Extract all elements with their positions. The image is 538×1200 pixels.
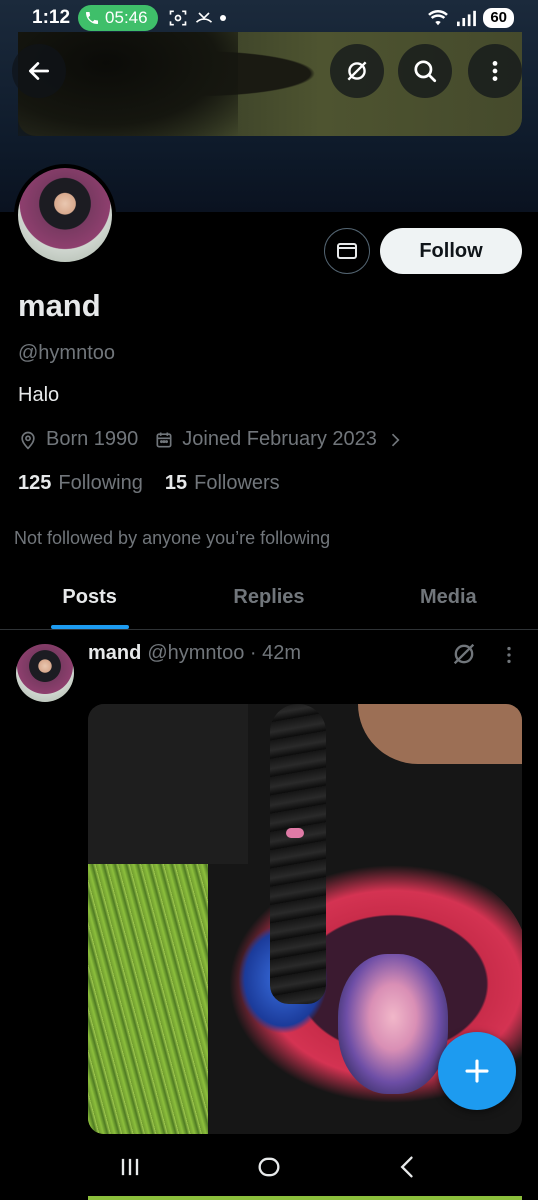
call-time: 05:46 [105, 8, 148, 27]
image-print-face [338, 954, 448, 1094]
notification-dot [219, 15, 226, 21]
compose-post-button[interactable] [438, 1032, 516, 1110]
followers-label: Followers [194, 472, 280, 494]
call-indicator[interactable]: 05:46 [78, 5, 158, 31]
tab-posts[interactable]: Posts [0, 566, 179, 629]
wifi-icon [428, 10, 449, 26]
status-time: 1:12 [32, 7, 71, 28]
profile-name: mand [18, 288, 101, 323]
following-label: Following [58, 472, 143, 494]
system-nav-bar [0, 1134, 538, 1200]
post-header: mand @hymntoo · 42m [88, 642, 301, 665]
tab-replies[interactable]: Replies [179, 566, 358, 629]
profile-tabs: Posts Replies Media [0, 566, 538, 630]
plus-icon [465, 1059, 489, 1083]
more-vertical-icon[interactable] [498, 644, 520, 666]
post-avatar[interactable] [16, 644, 74, 702]
not-followed-notice: Not followed by anyone you’re following [14, 528, 331, 548]
grok-icon[interactable] [450, 640, 478, 668]
image-hair-tie [286, 828, 304, 838]
followers-link[interactable]: 15 Followers [165, 472, 280, 495]
location-pin-icon [21, 431, 35, 449]
image-sleeve [88, 704, 248, 864]
recent-apps-icon[interactable] [116, 1153, 144, 1181]
chevron-right-icon [391, 433, 400, 446]
missed-call-icon [195, 12, 212, 23]
phone-icon [86, 12, 99, 24]
arrow-left-icon [28, 62, 50, 80]
search-icon [414, 60, 437, 83]
profile-avatar[interactable] [14, 164, 116, 266]
calendar-icon [156, 432, 172, 447]
follow-counts: 125 Following 15 Followers [18, 472, 280, 495]
image-grass [88, 854, 228, 1134]
grok-icon [347, 61, 367, 81]
profile-bio: Halo [18, 384, 60, 406]
profile-meta[interactable]: Born 1990 Joined February 2023 [18, 428, 405, 451]
status-bar: 1:12 05:46 60 [0, 0, 538, 36]
joined-text: Joined February 2023 [182, 428, 377, 450]
born-text: Born 1990 [46, 428, 139, 450]
next-image-edge [88, 1196, 522, 1200]
envelope-icon [337, 243, 357, 259]
profile-handle: @hymntoo [18, 342, 116, 364]
more-vertical-icon [492, 61, 498, 81]
battery-level: 60 [483, 8, 514, 28]
image-braid [270, 704, 326, 1004]
follow-button[interactable]: Follow [380, 228, 522, 274]
post-author-name[interactable]: mand [88, 642, 141, 665]
message-button[interactable] [324, 228, 370, 274]
more-options-button[interactable] [468, 44, 522, 98]
following-link[interactable]: 125 Following [18, 472, 143, 495]
followers-count: 15 [164, 472, 188, 494]
screenshot-icon [169, 10, 186, 26]
post-meta: @hymntoo · 42m [147, 642, 302, 664]
following-count: 125 [18, 472, 52, 494]
grok-button[interactable] [330, 44, 384, 98]
back-nav-icon[interactable] [394, 1153, 422, 1181]
signal-icon [457, 10, 477, 27]
search-button[interactable] [398, 44, 452, 98]
back-button[interactable] [12, 44, 66, 98]
tab-media[interactable]: Media [359, 566, 538, 629]
home-icon[interactable] [255, 1153, 283, 1181]
